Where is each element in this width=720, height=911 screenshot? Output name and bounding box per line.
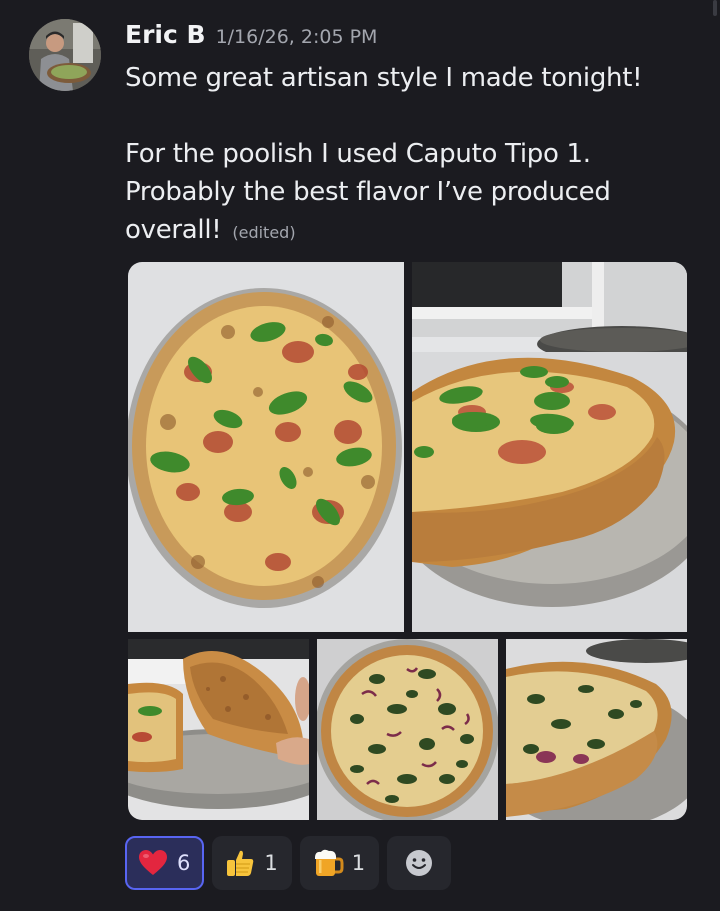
message-timestamp: 1/16/26, 2:05 PM [215, 26, 378, 48]
red-heart-icon [137, 847, 169, 879]
add-reaction-button[interactable] [387, 836, 452, 890]
message-line: Some great artisan style I made tonight! [125, 63, 643, 93]
smiley-face-icon [403, 847, 435, 879]
message-content: Some great artisan style I made tonight!… [125, 59, 705, 252]
attachment-image-spinach-angled[interactable] [506, 639, 687, 820]
reaction-count: 1 [351, 851, 366, 875]
message-line: For the poolish I used Caputo Tipo 1. [125, 139, 591, 169]
attachment-image-slice-held[interactable] [128, 639, 309, 820]
beer-mug-icon [312, 847, 344, 879]
reaction-beer-mug[interactable]: 1 [299, 836, 380, 890]
avatar-image [29, 19, 101, 91]
message-line: Probably the best flavor I’ve produced [125, 177, 611, 207]
reaction-count: 6 [177, 851, 191, 875]
attachment-image-spinach-top[interactable] [317, 639, 498, 820]
attachment-image-margherita-top[interactable] [128, 262, 404, 632]
reactions-bar: 6 1 1 [125, 836, 452, 890]
attachment-image-margherita-angled[interactable] [412, 262, 687, 632]
edited-label: (edited) [232, 223, 296, 242]
reaction-count: 1 [264, 851, 278, 875]
scrollbar-thumb[interactable] [713, 0, 717, 16]
reaction-thumbs-up[interactable]: 1 [212, 836, 292, 890]
message-header: Eric B 1/16/26, 2:05 PM [125, 20, 377, 49]
author-name[interactable]: Eric B [125, 20, 206, 49]
message-line-text: overall! [125, 215, 222, 245]
message-line: overall! (edited) [125, 211, 705, 252]
reaction-heart[interactable]: 6 [125, 836, 205, 890]
avatar[interactable] [29, 19, 101, 91]
thumbs-up-icon [224, 847, 256, 879]
